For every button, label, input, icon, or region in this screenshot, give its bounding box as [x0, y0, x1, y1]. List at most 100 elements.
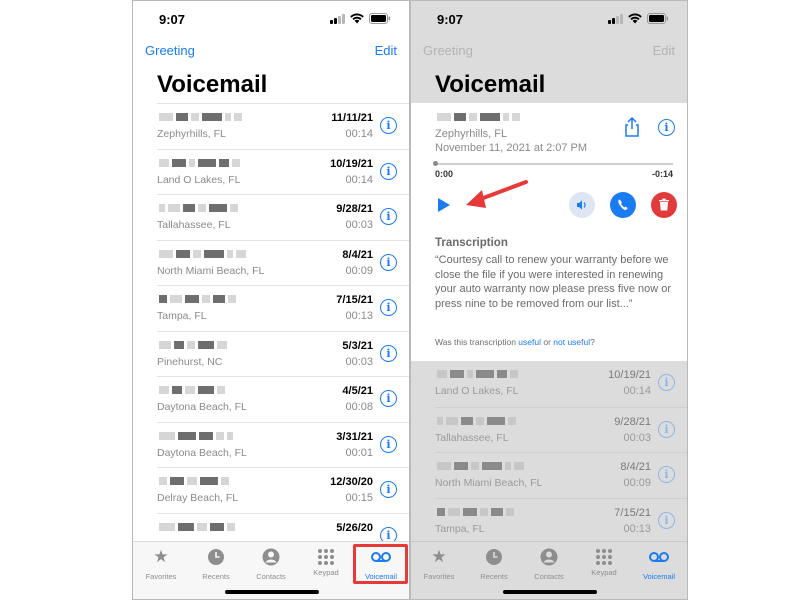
speaker-icon: [577, 200, 586, 210]
info-icon[interactable]: i: [658, 374, 675, 391]
info-icon[interactable]: i: [380, 299, 397, 316]
tab-label: Contacts: [534, 572, 564, 581]
caller-location: Zephyrhills, FL: [435, 128, 508, 140]
voicemail-date: 8/4/21: [342, 248, 373, 261]
speaker-button[interactable]: [569, 192, 595, 218]
voicemail-duration: 00:08: [345, 401, 373, 413]
voicemail-row[interactable]: Tampa, FL 7/15/21 00:13 i: [157, 285, 409, 331]
caller-location: Zephyrhills, FL: [157, 128, 226, 140]
info-icon[interactable]: i: [658, 511, 675, 529]
left-phone-screen: 9:07 Greeting Edit Voicemail Zephyrhills…: [132, 0, 410, 600]
phone-icon: [618, 199, 628, 211]
redacted-caller: [437, 370, 518, 378]
caller-location: Daytona Beach, FL: [157, 446, 247, 459]
voicemail-row[interactable]: Daytona Beach, FL 4/5/21 00:08 i: [157, 376, 409, 422]
voicemail-row[interactable]: Land O Lakes, FL 10/19/21 00:14 i: [435, 361, 687, 407]
arrow-annotation: [466, 180, 528, 208]
voicemail-row[interactable]: Tallahassee, FL 9/28/21 00:03 i: [435, 406, 687, 453]
elapsed-time: 0:00: [435, 169, 454, 179]
clock-icon: [208, 549, 224, 565]
voicemail-row[interactable]: Zephyrhills, FL 11/11/21 00:14 i: [157, 103, 409, 149]
feedback-or: or: [540, 337, 554, 347]
caller-location: North Miami Beach, FL: [157, 264, 265, 277]
voicemail-row[interactable]: Tallahassee, FL 9/28/21 00:03 i: [157, 194, 409, 240]
voicemail-row[interactable]: Pinehurst, NC 5/3/21 00:03 i: [157, 330, 409, 377]
voicemail-list: Zephyrhills, FL 11/11/21 00:14 i Land O …: [157, 103, 409, 558]
caller-location: Tallahassee, FL: [435, 431, 509, 444]
star-icon: ★: [431, 547, 447, 566]
voicemail-row[interactable]: North Miami Beach, FL 8/4/21 00:09 i: [157, 239, 409, 286]
tab-label: Keypad: [591, 568, 617, 577]
useful-link[interactable]: useful: [518, 337, 541, 347]
battery-icon: [647, 13, 669, 24]
voicemail-list: Land O Lakes, FL 10/19/21 00:14 i Tallah…: [435, 361, 687, 543]
tab-keypad[interactable]: Keypad: [576, 546, 632, 590]
edit-button[interactable]: Edit: [653, 43, 675, 58]
tab-voicemail[interactable]: Voicemail: [631, 546, 687, 590]
greeting-button[interactable]: Greeting: [423, 43, 473, 58]
tab-contacts[interactable]: Contacts: [521, 546, 577, 590]
page-title: Voicemail: [435, 71, 546, 98]
voicemail-duration: 00:01: [345, 446, 373, 459]
redacted-caller: [437, 416, 516, 425]
voicemail-duration: 00:03: [345, 355, 373, 368]
voicemail-row[interactable]: Delray Beach, FL 12/30/20 00:15 i: [157, 467, 409, 513]
tab-label: Favorites: [423, 572, 455, 581]
right-phone-screen: 9:07 Greeting Edit Voicemail Zephyrhills…: [410, 0, 688, 600]
play-icon[interactable]: [437, 197, 451, 213]
status-time: 9:07: [437, 12, 464, 27]
wifi-icon: [350, 13, 364, 24]
edit-button[interactable]: Edit: [375, 43, 397, 58]
tab-contacts[interactable]: Contacts: [243, 546, 299, 590]
info-icon[interactable]: i: [658, 466, 675, 483]
redacted-caller: [159, 249, 246, 258]
redacted-caller: [159, 158, 240, 167]
tab-favorites[interactable]: ★ Favorites: [411, 546, 467, 590]
scrubber-knob[interactable]: [433, 161, 438, 166]
tab-label: Favorites: [145, 572, 177, 581]
caller-location: Tampa, FL: [435, 522, 485, 535]
info-icon[interactable]: i: [380, 481, 397, 498]
redacted-caller: [437, 462, 524, 470]
wifi-icon: [628, 13, 642, 24]
tab-recents[interactable]: Recents: [188, 546, 244, 590]
info-icon[interactable]: i: [658, 119, 675, 136]
tab-recents[interactable]: Recents: [466, 546, 522, 590]
remaining-time: -0:14: [651, 169, 673, 179]
voicemail-row[interactable]: North Miami Beach, FL 8/4/21 00:09 i: [435, 452, 687, 498]
tab-favorites[interactable]: ★ Favorites: [133, 546, 189, 590]
feedback-question: Was this transcription: [435, 337, 519, 347]
caller-location: Pinehurst, NC: [157, 355, 223, 368]
call-back-button[interactable]: [610, 192, 636, 218]
voicemail-row[interactable]: Land O Lakes, FL 10/19/21 00:14 i: [157, 148, 409, 195]
redacted-caller: [437, 113, 520, 121]
greeting-button[interactable]: Greeting: [145, 43, 195, 58]
voicemail-row[interactable]: Tampa, FL 7/15/21 00:13 i: [435, 497, 687, 544]
playback-scrubber[interactable]: [433, 161, 673, 166]
info-icon[interactable]: i: [380, 344, 397, 362]
voicemail-duration: 00:03: [623, 431, 651, 444]
transcription-feedback: Was this transcription useful or not use…: [435, 337, 595, 347]
tab-keypad[interactable]: Keypad: [298, 546, 354, 590]
delete-button[interactable]: [651, 192, 677, 218]
info-icon[interactable]: i: [658, 420, 675, 438]
info-icon[interactable]: i: [380, 208, 397, 225]
voicemail-row[interactable]: Daytona Beach, FL 3/31/21 00:01 i: [157, 421, 409, 468]
status-icons: [330, 13, 391, 24]
voicemail-date: 5/26/20: [336, 521, 373, 534]
keypad-icon: [318, 549, 334, 565]
transcription-text: “Courtesy call to renew your warranty be…: [435, 254, 672, 310]
voicemail-date: 7/15/21: [614, 506, 651, 519]
info-icon[interactable]: i: [380, 390, 397, 407]
caller-location: Tampa, FL: [157, 310, 207, 322]
voicemail-date: 8/4/21: [620, 461, 651, 473]
not-useful-link[interactable]: not useful: [553, 337, 590, 347]
person-icon: [540, 548, 558, 566]
info-icon[interactable]: i: [380, 253, 397, 271]
info-icon[interactable]: i: [380, 117, 397, 134]
voicemail-date: 10/19/21: [608, 369, 651, 381]
home-indicator: [503, 590, 597, 594]
info-icon[interactable]: i: [380, 435, 397, 453]
share-icon[interactable]: [623, 117, 641, 137]
info-icon[interactable]: i: [380, 162, 397, 180]
